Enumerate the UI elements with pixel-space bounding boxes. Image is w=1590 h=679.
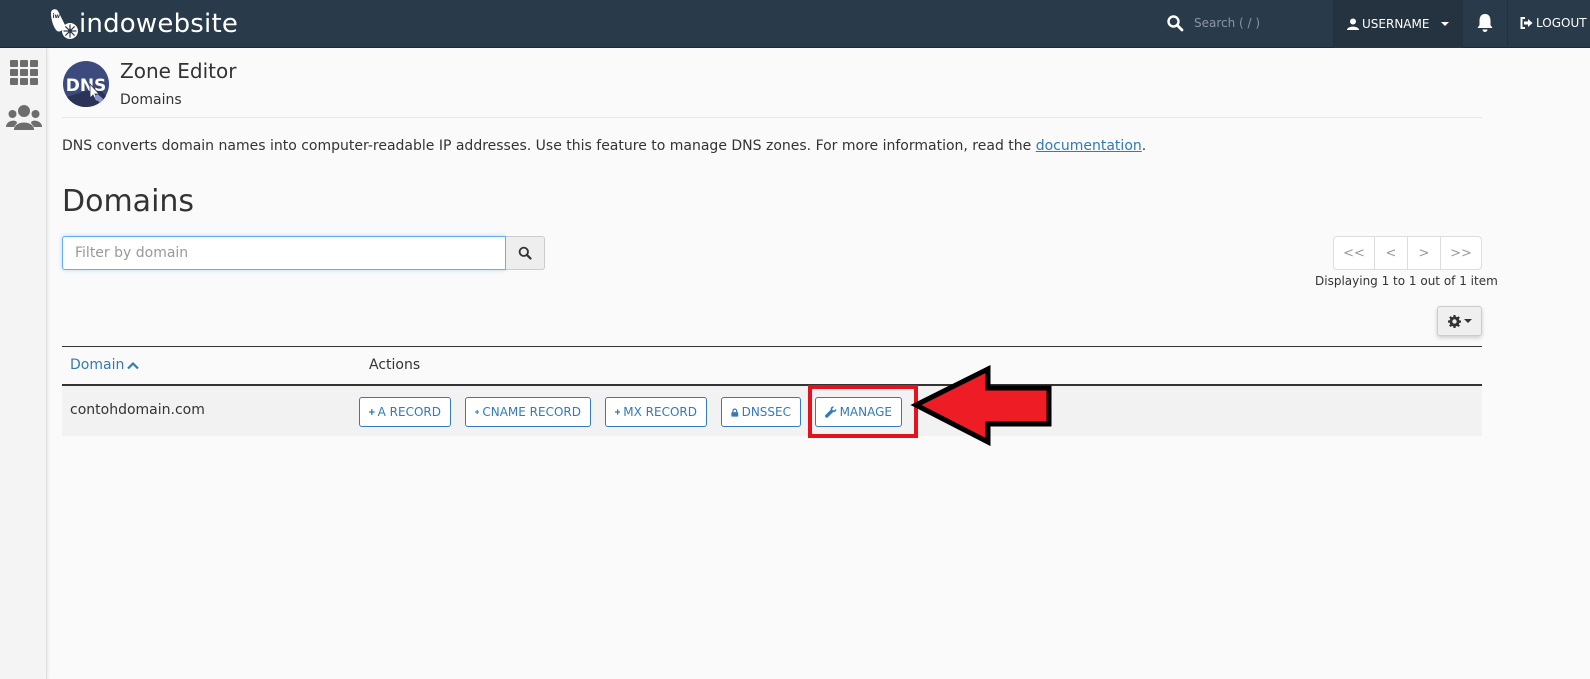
section-title: Domains xyxy=(62,184,195,219)
dnssec-button[interactable]: DNSSEC xyxy=(721,397,801,427)
filter-by-domain-input[interactable] xyxy=(62,236,506,270)
header-divider xyxy=(62,117,1482,118)
global-search xyxy=(1166,0,1304,46)
next-page-button[interactable]: > xyxy=(1407,237,1440,269)
brand-logo[interactable]: iw indowebsite xyxy=(47,6,238,42)
red-pointer-arrow-icon xyxy=(910,364,1052,446)
search-icon xyxy=(518,246,532,260)
user-icon xyxy=(1347,18,1359,30)
filter-search-button[interactable] xyxy=(506,236,545,270)
add-mx-record-button[interactable]: MX RECORD xyxy=(605,397,707,427)
username-label: USERNAME xyxy=(1362,17,1430,31)
plus-icon xyxy=(369,409,375,415)
table-header: Domain Actions xyxy=(62,347,1482,384)
domain-cell: contohdomain.com xyxy=(70,402,205,418)
logout-icon xyxy=(1520,17,1533,29)
dns-app-icon: DNS xyxy=(63,61,109,108)
logout-button[interactable]: LOGOUT xyxy=(1520,0,1587,46)
table-row: contohdomain.com A RECORD CNAME RECORD M… xyxy=(62,386,1482,436)
indowebsite-logo-icon: iw xyxy=(51,9,78,39)
description-text: DNS converts domain names into computer-… xyxy=(62,138,1036,154)
settings-dropdown-button[interactable] xyxy=(1437,306,1482,336)
domains-table: Domain Actions contohdomain.com A RECORD… xyxy=(62,346,1482,436)
notifications-bell-icon[interactable] xyxy=(1476,13,1494,33)
user-menu-dropdown[interactable]: USERNAME xyxy=(1334,0,1462,48)
add-a-record-button[interactable]: A RECORD xyxy=(359,397,451,427)
sidebar xyxy=(0,48,47,679)
manage-highlight-box xyxy=(808,385,918,438)
chevron-down-icon xyxy=(1441,22,1450,26)
grid-icon[interactable] xyxy=(8,57,40,89)
column-header-actions: Actions xyxy=(369,357,421,373)
button-label: DNSSEC xyxy=(741,405,791,419)
page-title: Zone Editor xyxy=(120,59,237,83)
chevron-down-icon xyxy=(1463,319,1472,323)
prev-page-button[interactable]: < xyxy=(1374,237,1407,269)
divider xyxy=(1507,0,1508,48)
documentation-link[interactable]: documentation xyxy=(1036,138,1142,154)
users-icon[interactable] xyxy=(6,102,42,134)
search-icon[interactable] xyxy=(1166,14,1184,32)
button-label: CNAME RECORD xyxy=(482,405,581,419)
add-cname-record-button[interactable]: CNAME RECORD xyxy=(465,397,591,427)
gear-icon xyxy=(1447,314,1461,328)
plus-icon xyxy=(615,409,621,415)
button-label: MX RECORD xyxy=(623,405,697,419)
brand-name: indowebsite xyxy=(79,9,239,39)
button-label: A RECORD xyxy=(377,405,441,419)
svg-text:iw: iw xyxy=(53,13,61,20)
first-page-button[interactable]: << xyxy=(1334,237,1374,269)
column-label: Domain xyxy=(70,357,125,373)
plus-icon xyxy=(475,409,480,415)
page-subtitle: Domains xyxy=(120,92,182,108)
pagination-status: Displaying 1 to 1 out of 1 item xyxy=(1315,274,1498,288)
sort-ascending-icon xyxy=(127,361,140,369)
lock-icon xyxy=(731,408,739,417)
logout-label: LOGOUT xyxy=(1536,16,1587,30)
page-description: DNS converts domain names into computer-… xyxy=(62,138,1146,154)
divider xyxy=(1462,0,1463,48)
top-navbar: iw indowebsite USERNAME xyxy=(0,0,1590,48)
search-input[interactable] xyxy=(1194,16,1304,30)
domain-filter xyxy=(62,236,545,270)
pagination: << < > >> xyxy=(1333,236,1482,270)
last-page-button[interactable]: >> xyxy=(1440,237,1481,269)
column-header-domain[interactable]: Domain xyxy=(70,357,140,373)
svg-text:DNS: DNS xyxy=(66,76,107,96)
description-end: . xyxy=(1141,138,1147,154)
